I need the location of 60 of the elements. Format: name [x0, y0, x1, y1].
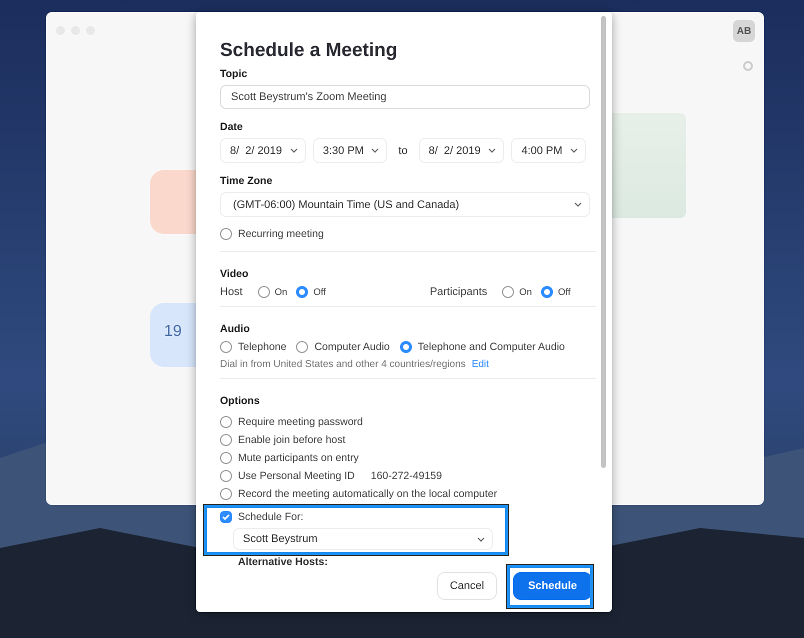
checkbox-label: Enable join before host — [238, 434, 346, 446]
chevron-icon — [477, 536, 485, 542]
checkbox[interactable] — [220, 470, 232, 482]
radio-label: Off — [558, 286, 570, 298]
field-label: Date — [220, 121, 244, 133]
radio-button[interactable] — [220, 341, 232, 353]
checkbox[interactable] — [220, 511, 232, 523]
checkbox-label: Record the meeting automatically on the local computer — [238, 488, 498, 500]
radio-label: On — [274, 286, 288, 298]
checkbox-label: Schedule For: — [238, 511, 304, 523]
radio-group-label: Participants — [430, 286, 488, 298]
time-zone-select[interactable]: (GMT-06:00) Mountain Time (US and Canada) — [220, 192, 590, 217]
settings-icon[interactable] — [742, 60, 754, 72]
section-heading: Audio — [220, 323, 251, 335]
radio-button[interactable] — [502, 286, 514, 298]
checkbox-label: Use Personal Meeting ID — [238, 470, 355, 482]
dialog-title: Schedule a Meeting — [220, 40, 398, 62]
radio-button[interactable] — [540, 286, 553, 298]
time-select[interactable]: 3:30 PM — [312, 138, 388, 163]
checkbox-label: Recurring meeting — [238, 228, 324, 240]
date-select[interactable]: 8/ 2/ 2019 — [220, 138, 306, 163]
avatar[interactable]: AB — [733, 20, 755, 42]
radio-button[interactable] — [296, 341, 308, 353]
radio-label: On — [519, 286, 532, 298]
time-select[interactable]: 4:00 PM — [511, 138, 586, 163]
meeting-id: 160-272-49159 — [370, 470, 442, 482]
checkbox[interactable] — [220, 434, 232, 446]
section-heading: Options — [220, 395, 261, 407]
chevron-icon — [371, 148, 380, 153]
cancel-button[interactable]: Cancel — [436, 572, 498, 600]
chevron-icon — [488, 148, 496, 153]
checkbox[interactable] — [220, 452, 232, 464]
radio-label: Computer Audio — [314, 341, 390, 353]
field-label: Topic — [220, 68, 248, 80]
date-select[interactable]: 8/ 2/ 2019 — [418, 138, 504, 163]
checkbox[interactable] — [220, 416, 232, 428]
date-connector: to — [398, 144, 408, 156]
field-label: Alternative Hosts: — [238, 556, 329, 568]
checkbox-label: Require meeting password — [238, 416, 363, 428]
field-label: Time Zone — [220, 175, 274, 187]
host-select[interactable]: Scott Beystrum — [233, 528, 493, 550]
chevron-icon — [574, 202, 582, 207]
checkbox[interactable] — [220, 228, 232, 240]
chevron-icon — [570, 148, 578, 153]
schedule-button[interactable]: Schedule — [513, 572, 592, 600]
topic-field[interactable]: Scott Beystrum's Zoom Meeting — [220, 85, 590, 109]
chevron-icon — [290, 148, 298, 153]
radio-label: Off — [313, 286, 326, 298]
radio-button[interactable] — [400, 341, 412, 353]
radio-label: Telephone and Computer Audio — [418, 341, 565, 353]
section-heading: Video — [220, 268, 250, 280]
dial-in-text: Dial in from United States and other 4 countries/regions — [220, 359, 466, 370]
radio-button[interactable] — [296, 286, 308, 298]
radio-group-label: Host — [220, 286, 243, 298]
checkbox[interactable] — [220, 488, 232, 500]
radio-button[interactable] — [258, 286, 270, 298]
checkbox-label: Mute participants on entry — [238, 452, 359, 464]
radio-label: Telephone — [238, 341, 286, 353]
scrollbar-thumb[interactable] — [601, 16, 606, 468]
calendar-day: 19 — [164, 323, 182, 341]
